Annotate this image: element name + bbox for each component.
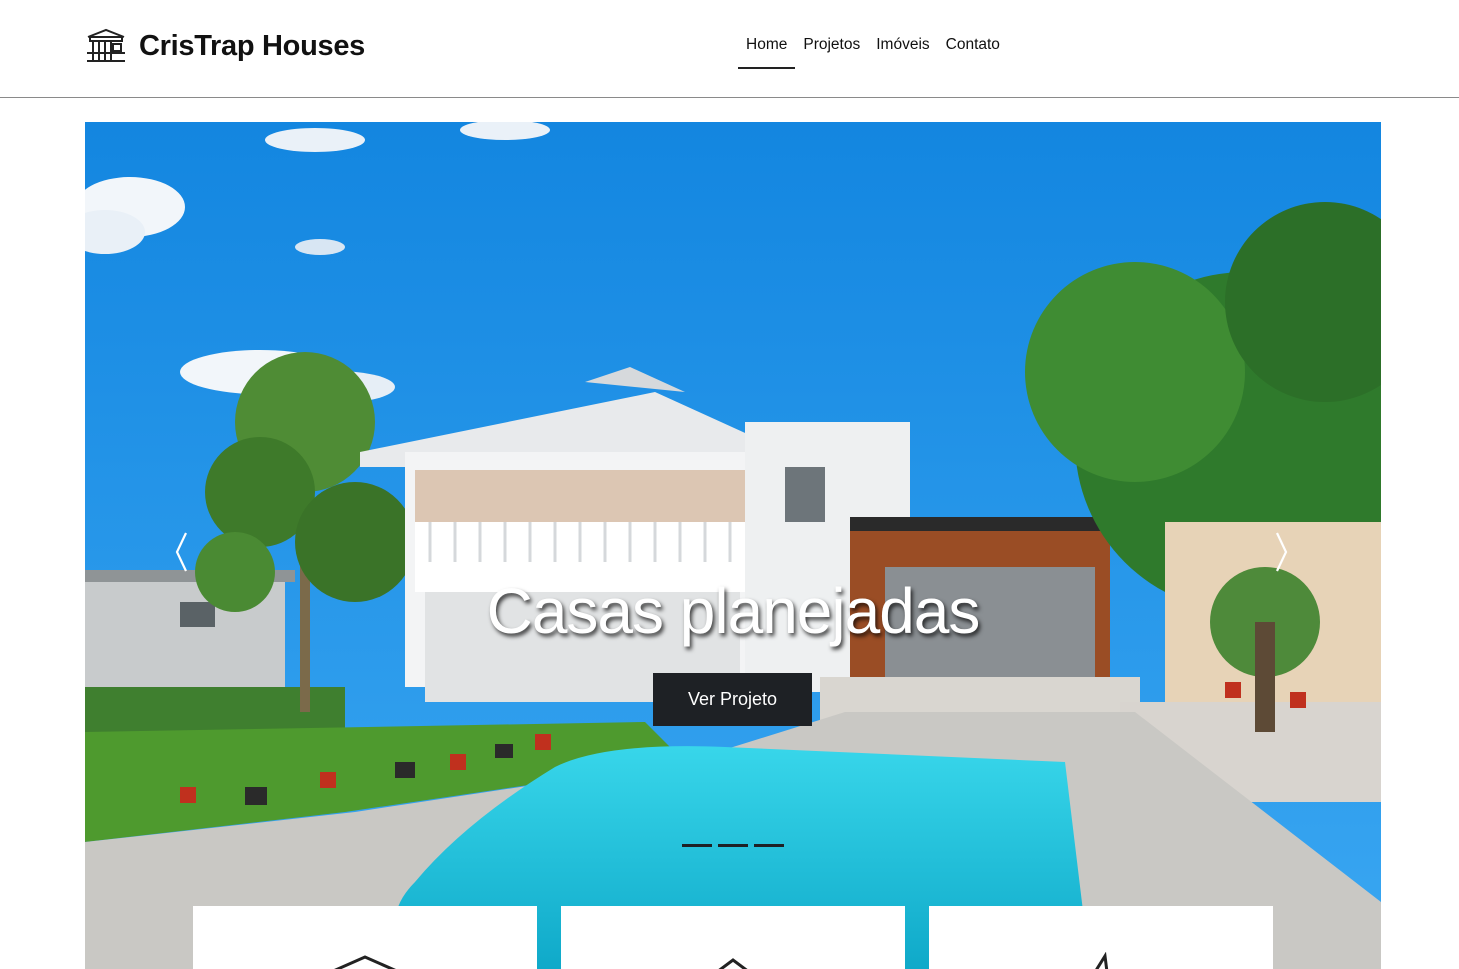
carousel-indicator-3[interactable]: [754, 844, 784, 847]
chevron-left-icon: [175, 532, 187, 572]
nav-item-projetos[interactable]: Projetos: [795, 24, 868, 69]
nav-item-contato[interactable]: Contato: [938, 24, 1008, 69]
carousel-indicator-2[interactable]: [718, 844, 748, 847]
nav-item-imoveis[interactable]: Imóveis: [868, 24, 937, 69]
house-roof-icon: [334, 955, 396, 969]
hero-carousel: Casas planejadas Ver Projeto: [85, 122, 1381, 969]
ver-projeto-button[interactable]: Ver Projeto: [653, 673, 812, 726]
carousel-prev-button[interactable]: [161, 527, 201, 577]
feature-card-2: [561, 906, 905, 969]
brand-name[interactable]: CrisTrap Houses: [139, 30, 365, 63]
nav-item-home[interactable]: Home: [738, 24, 796, 69]
hero-caption: Casas planejadas: [85, 574, 1381, 648]
carousel-next-button[interactable]: [1262, 527, 1302, 577]
chevron-right-icon: [1276, 532, 1288, 572]
house-logo-icon: [87, 28, 125, 62]
brand[interactable]: CrisTrap Houses: [85, 26, 365, 66]
site-header: CrisTrap Houses Home Projetos Imóveis Co…: [0, 0, 1459, 98]
house-roof-icon: [718, 958, 748, 969]
feature-card-1: [193, 906, 537, 969]
hero-image: [85, 122, 1381, 969]
hero-title: Casas planejadas: [486, 575, 981, 647]
carousel-indicator-1[interactable]: [682, 844, 712, 847]
carousel-indicators: [682, 844, 784, 847]
pen-icon: [1095, 952, 1109, 969]
main-nav: Home Projetos Imóveis Contato: [738, 24, 1008, 69]
feature-card-3: [929, 906, 1273, 969]
